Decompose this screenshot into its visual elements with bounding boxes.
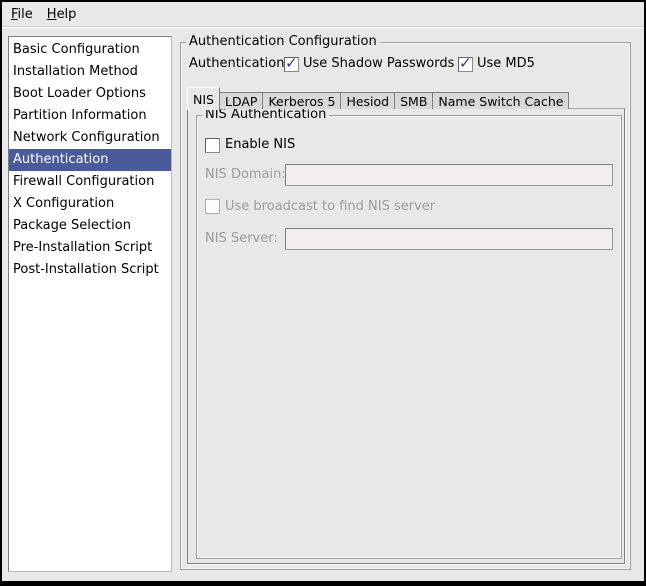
group-title: Authentication Configuration [186,34,380,50]
tab-ldap[interactable]: LDAP [219,92,263,109]
authentication-label: Authentication: [189,56,289,72]
checkmark-icon: ✓ [459,54,472,72]
sidebar-item-installation-method[interactable]: Installation Method [9,61,171,83]
use-shadow-passwords-checkbox[interactable]: ✓ [284,57,299,72]
nis-domain-input[interactable] [285,164,613,186]
enable-nis-label[interactable]: Enable NIS [225,137,295,153]
tab-name-switch-cache[interactable]: Name Switch Cache [432,92,569,109]
menu-file[interactable]: File [4,4,40,25]
tab-smb[interactable]: SMB [394,92,433,109]
nis-authentication-group: NIS Authentication Enable NIS NIS Domain… [196,115,622,559]
nis-group-title: NIS Authentication [202,107,329,123]
sidebar-item-network-configuration[interactable]: Network Configuration [9,127,171,149]
use-broadcast-checkbox[interactable] [205,199,220,214]
menu-bar: File Help [2,2,644,27]
use-shadow-passwords-label[interactable]: Use Shadow Passwords [303,56,454,72]
use-broadcast-label: Use broadcast to find NIS server [225,199,435,215]
sidebar-item-partition-information[interactable]: Partition Information [9,105,171,127]
sidebar-item-authentication[interactable]: Authentication [9,149,171,171]
authentication-configuration-group: Authentication Configuration Authenticat… [180,42,631,570]
nis-tab-page: NIS Authentication Enable NIS NIS Domain… [187,108,625,564]
nis-domain-label: NIS Domain: [205,167,286,183]
checkmark-icon: ✓ [285,54,298,72]
sidebar-item-pre-installation-script[interactable]: Pre-Installation Script [9,237,171,259]
sidebar-item-x-configuration[interactable]: X Configuration [9,193,171,215]
sidebar-item-basic-configuration[interactable]: Basic Configuration [9,39,171,61]
enable-nis-checkbox[interactable] [205,138,220,153]
menu-help[interactable]: Help [40,4,84,25]
section-list: Basic Configuration Installation Method … [8,36,172,572]
sidebar-item-package-selection[interactable]: Package Selection [9,215,171,237]
kickstart-configurator-window: File Help Basic Configuration Installati… [0,0,646,586]
sidebar-item-firewall-configuration[interactable]: Firewall Configuration [9,171,171,193]
tab-kerberos-5[interactable]: Kerberos 5 [262,92,341,109]
use-md5-label[interactable]: Use MD5 [477,56,535,72]
tab-hesiod[interactable]: Hesiod [340,92,395,109]
nis-server-label: NIS Server: [205,231,278,247]
sidebar-item-boot-loader-options[interactable]: Boot Loader Options [9,83,171,105]
tab-nis[interactable]: NIS [187,87,220,110]
auth-tab-bar: NIS LDAP Kerberos 5 Hesiod SMB Name Swit… [187,86,568,109]
sidebar-item-post-installation-script[interactable]: Post-Installation Script [9,259,171,281]
nis-server-input[interactable] [285,228,613,250]
use-md5-checkbox[interactable]: ✓ [458,57,473,72]
